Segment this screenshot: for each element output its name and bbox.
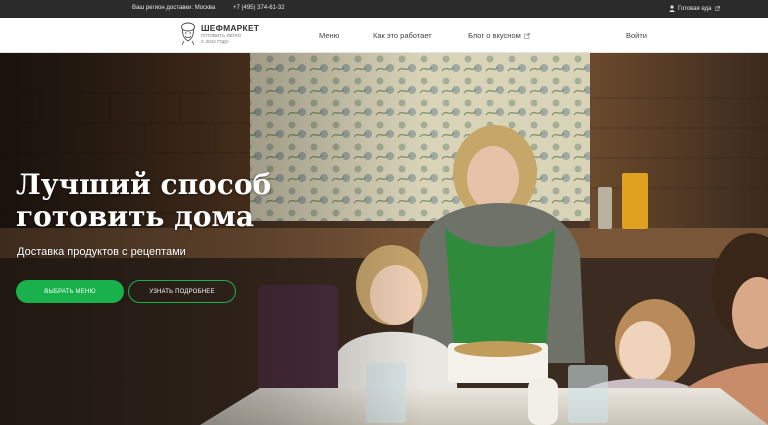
ready-food-link[interactable]: Готовая еда [669,5,720,12]
external-link-icon [714,6,720,11]
delivery-region[interactable]: Ваш регион доставки: Москва [132,5,215,11]
logo[interactable]: ШЕФМАРКЕТ ГОТОВИТЬ ЛЕГКО С 2012 ГОДА [179,22,259,46]
choose-menu-button[interactable]: ВЫБРАТЬ МЕНЮ [16,280,124,303]
hero-title-line-1: Лучший способ [16,168,272,201]
ready-food-label: Готовая еда [678,5,712,12]
nav-item-blog-label: Блог о вкусном [468,31,521,40]
hero-subtitle: Доставка продуктов с рецептами [17,246,186,258]
hero-title-line-2: готовить дома [16,200,254,233]
nav-item-blog[interactable]: Блог о вкусном [468,31,530,40]
logo-since: С 2012 ГОДА [201,38,229,44]
nav-item-how-it-works[interactable]: Как это работает [373,31,432,40]
phone-number[interactable]: +7 (495) 374-61-32 [233,5,285,11]
logo-brand: ШЕФМАРКЕТ [201,23,260,33]
top-bar: Ваш регион доставки: Москва +7 (495) 374… [0,0,768,18]
nav-item-menu[interactable]: Меню [319,31,339,40]
login-link[interactable]: Войти [626,31,647,40]
hero-title: Лучший способ готовить дома [16,169,271,233]
hero-banner: Лучший способ готовить дома Доставка про… [0,53,768,425]
chef-logo-icon [181,22,195,46]
main-nav: ШЕФМАРКЕТ ГОТОВИТЬ ЛЕГКО С 2012 ГОДА Мен… [0,18,768,53]
external-link-icon [523,32,530,39]
hero-overlay [0,53,768,425]
learn-more-button[interactable]: УЗНАТЬ ПОДРОБНЕЕ [128,280,236,303]
user-icon [669,5,675,12]
